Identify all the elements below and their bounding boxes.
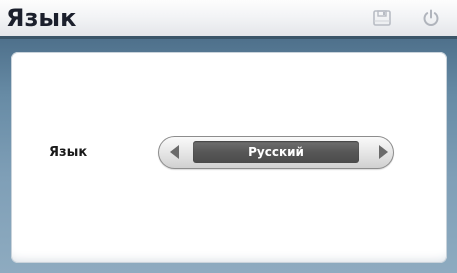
language-label: Язык <box>49 145 88 160</box>
selected-language-box: Русский <box>193 141 359 163</box>
page-title: Язык <box>6 4 77 32</box>
save-button[interactable] <box>371 7 393 29</box>
next-language-button[interactable] <box>362 136 394 169</box>
previous-language-button[interactable] <box>158 136 190 169</box>
frame-divider <box>0 36 457 39</box>
power-button[interactable] <box>420 7 442 29</box>
title-bar: Язык <box>0 0 457 36</box>
power-icon <box>423 9 439 26</box>
selected-language-value: Русский <box>248 145 304 159</box>
language-selector[interactable]: Русский <box>158 136 394 169</box>
save-icon <box>373 10 391 26</box>
